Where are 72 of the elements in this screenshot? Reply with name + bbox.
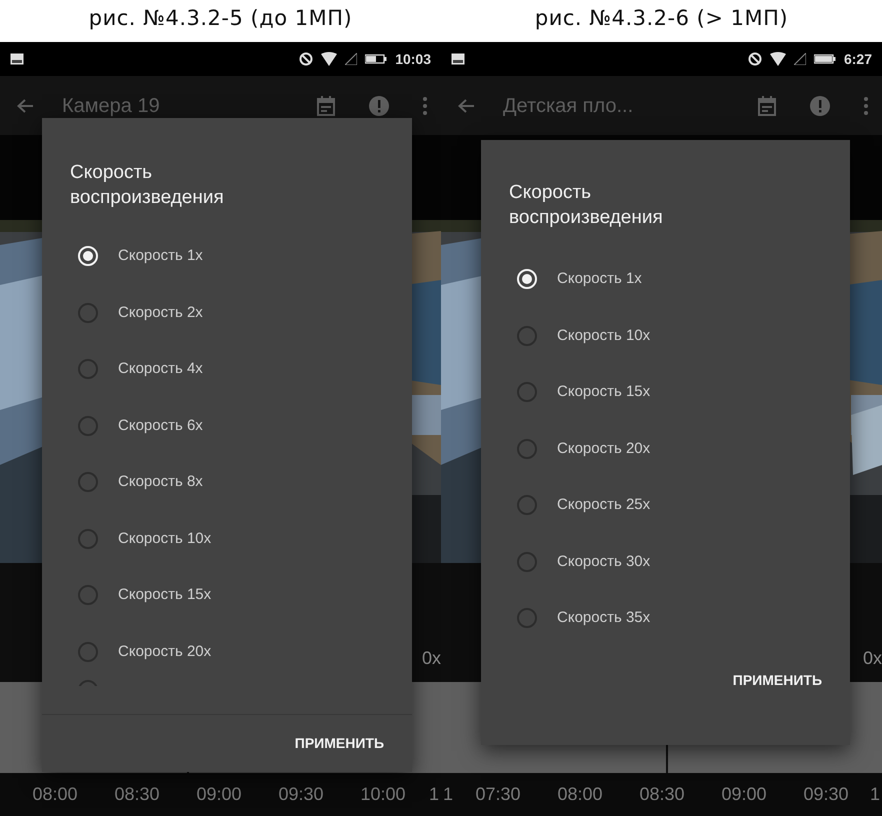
speed-option[interactable]: Скорость 1x xyxy=(481,251,850,308)
back-icon[interactable] xyxy=(16,98,34,114)
radio-button[interactable] xyxy=(78,585,98,606)
block-icon xyxy=(299,52,314,66)
time-label: 09:00 xyxy=(720,783,768,806)
radio-button[interactable] xyxy=(78,302,98,323)
dialog-title: Скорость воспроизведения xyxy=(509,181,664,230)
image-icon xyxy=(10,53,24,65)
time-label: 1 xyxy=(870,783,881,806)
alert-icon[interactable] xyxy=(810,96,830,116)
speed-label: 0x xyxy=(422,647,441,670)
screen-title: Камера 19 xyxy=(62,94,160,118)
apply-button[interactable]: ПРИМЕНИТЬ xyxy=(290,727,388,760)
dialog-title: Скорость воспроизведения xyxy=(70,161,225,210)
image-icon xyxy=(451,53,465,65)
radio-button[interactable] xyxy=(517,438,537,459)
speed-option[interactable]: Скорость 6x xyxy=(42,398,412,454)
time-label: 1 xyxy=(443,783,454,806)
figure-caption: рис. №4.3.2-6 (> 1МП) xyxy=(534,5,790,32)
battery-icon xyxy=(365,54,388,64)
time-label: 09:00 xyxy=(195,783,243,806)
time-label: 10:00 xyxy=(359,783,407,806)
time-label: 09:30 xyxy=(802,783,850,806)
scrubber-line[interactable] xyxy=(666,745,668,773)
calendar-icon[interactable] xyxy=(317,96,335,116)
radio-button[interactable] xyxy=(78,642,98,662)
time-label: 09:30 xyxy=(277,783,325,806)
screen-title: Детская пло... xyxy=(503,94,634,118)
radio-button[interactable] xyxy=(517,382,537,402)
time-label: 08:00 xyxy=(31,783,79,806)
time-label: 1 xyxy=(428,783,440,806)
status-time: 10:03 xyxy=(395,50,431,68)
signal-icon xyxy=(345,53,358,65)
speed-option[interactable]: Скорость 8x xyxy=(42,454,412,510)
wifi-icon xyxy=(770,52,786,66)
wifi-icon xyxy=(321,52,338,66)
speed-option[interactable]: Скорость 30x xyxy=(481,534,850,590)
radio-button[interactable] xyxy=(517,326,537,346)
apply-button[interactable]: ПРИМЕНИТЬ xyxy=(728,664,826,697)
speed-option[interactable]: Скорость 4x xyxy=(42,341,412,398)
radio-button[interactable] xyxy=(78,472,98,492)
radio-button[interactable] xyxy=(78,416,98,436)
time-label: 07:30 xyxy=(474,783,522,806)
block-icon xyxy=(748,52,762,66)
more-icon[interactable] xyxy=(423,96,427,114)
radio-button[interactable] xyxy=(517,552,537,572)
speed-label: 0x xyxy=(862,647,882,670)
speed-option[interactable]: Скорость 10x xyxy=(481,308,850,364)
time-label: 08:30 xyxy=(113,783,161,806)
speed-option[interactable]: Скорость 10x xyxy=(42,510,412,567)
speed-option[interactable]: Скорость 15x xyxy=(42,567,412,624)
radio-button[interactable] xyxy=(517,495,537,516)
figure-caption: рис. №4.3.2-5 (до 1МП) xyxy=(88,5,354,32)
calendar-icon[interactable] xyxy=(758,96,776,116)
signal-icon xyxy=(794,53,806,65)
speed-option[interactable]: Скорость 20x xyxy=(481,420,850,477)
radio-button[interactable] xyxy=(78,359,98,380)
time-label: 08:00 xyxy=(556,783,604,806)
speed-option[interactable]: Скорость 25x xyxy=(481,477,850,534)
radio-button[interactable] xyxy=(78,528,98,549)
speed-option[interactable]: Скорость 20x xyxy=(42,624,412,680)
battery-icon xyxy=(814,54,836,64)
status-time: 6:27 xyxy=(844,50,872,68)
radio-button[interactable] xyxy=(517,608,537,628)
time-label: 08:30 xyxy=(638,783,686,806)
alert-icon[interactable] xyxy=(369,96,389,116)
more-icon[interactable] xyxy=(864,96,868,114)
speed-option[interactable]: Скорость 1x xyxy=(42,228,412,284)
back-icon[interactable] xyxy=(457,98,475,114)
speed-option[interactable]: Скорость 15x xyxy=(481,364,850,420)
speed-option[interactable]: Скорость 2x xyxy=(42,284,412,341)
speed-option[interactable]: Скорость 35x xyxy=(481,590,850,646)
